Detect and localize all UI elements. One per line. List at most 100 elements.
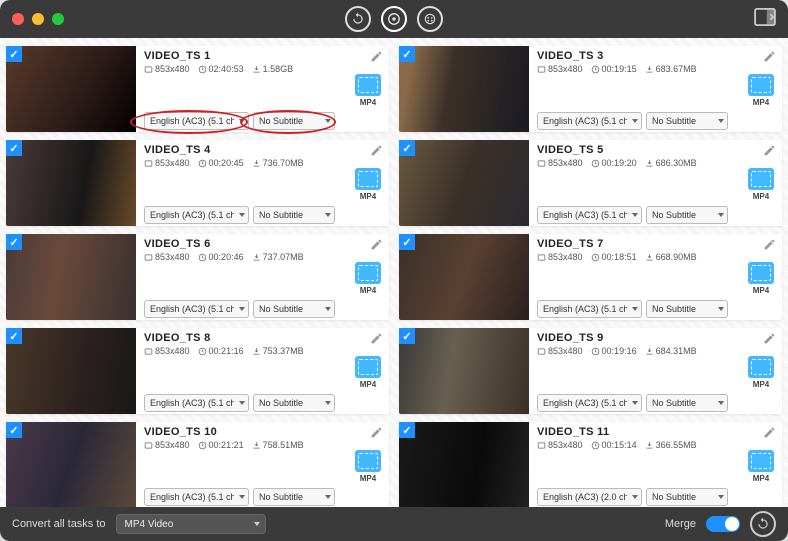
video-task-card: VIDEO_TS 8 853x480 00:21:16 753.37MB Eng… [6,328,389,414]
zoom-window-button[interactable] [52,13,64,25]
audio-track-select[interactable]: English (AC3) (5.1 ch) [144,488,249,506]
task-list[interactable]: VIDEO_TS 1 853x480 02:40:53 1.58GB Engli… [0,38,788,507]
resolution-icon: 853x480 [537,158,583,168]
audio-track-select[interactable]: English (AC3) (5.1 ch) [537,206,642,224]
video-title: VIDEO_TS 4 [144,144,343,156]
edit-task-button[interactable] [370,144,383,162]
video-task-card: VIDEO_TS 7 853x480 00:18:51 668.90MB Eng… [399,234,782,320]
merge-toggle[interactable] [706,516,740,532]
video-thumbnail[interactable] [399,46,529,132]
filesize-icon: 736.70MB [252,158,304,168]
video-task-card: VIDEO_TS 11 853x480 00:15:14 366.55MB En… [399,422,782,507]
close-window-button[interactable] [12,13,24,25]
audio-track-select[interactable]: English (AC3) (5.1 ch) [144,300,249,318]
task-checkbox[interactable] [399,234,415,250]
video-task-card: VIDEO_TS 4 853x480 00:20:45 736.70MB Eng… [6,140,389,226]
titlebar [0,0,788,38]
audio-track-select[interactable]: English (AC3) (5.1 ch) [144,206,249,224]
video-thumbnail[interactable] [6,234,136,320]
format-mp4-icon [748,356,774,378]
video-title: VIDEO_TS 5 [537,144,736,156]
video-meta: 853x480 00:20:45 736.70MB [144,158,343,168]
filesize-icon: 1.58GB [252,64,294,74]
tab-toolbox[interactable] [417,6,443,32]
format-mp4-icon [748,168,774,190]
video-thumbnail[interactable] [6,328,136,414]
task-checkbox[interactable] [6,234,22,250]
sidebar-toggle-icon[interactable] [754,8,776,31]
filesize-icon: 684.31MB [645,346,697,356]
edit-task-button[interactable] [370,332,383,350]
task-checkbox[interactable] [6,422,22,438]
edit-task-button[interactable] [370,238,383,256]
edit-task-button[interactable] [763,426,776,444]
subtitle-select[interactable]: No Subtitle [646,300,728,318]
subtitle-select[interactable]: No Subtitle [253,394,335,412]
duration-icon: 00:20:46 [198,252,244,262]
subtitle-select[interactable]: No Subtitle [253,206,335,224]
edit-task-button[interactable] [370,50,383,68]
audio-track-select[interactable]: English (AC3) (5.1 ch) [144,394,249,412]
task-checkbox[interactable] [6,46,22,62]
video-task-card: VIDEO_TS 3 853x480 00:19:15 683.67MB Eng… [399,46,782,132]
edit-task-button[interactable] [763,332,776,350]
video-task-card: VIDEO_TS 1 853x480 02:40:53 1.58GB Engli… [6,46,389,132]
video-thumbnail[interactable] [6,46,136,132]
task-checkbox[interactable] [399,422,415,438]
video-meta: 853x480 02:40:53 1.58GB [144,64,343,74]
task-checkbox[interactable] [399,140,415,156]
task-checkbox[interactable] [6,140,22,156]
subtitle-select[interactable]: No Subtitle [253,488,335,506]
edit-task-button[interactable] [763,144,776,162]
video-task-card: VIDEO_TS 10 853x480 00:21:21 758.51MB En… [6,422,389,507]
resolution-icon: 853x480 [144,64,190,74]
video-thumbnail[interactable] [6,140,136,226]
subtitle-select[interactable]: No Subtitle [253,112,335,130]
tab-downloading[interactable] [381,6,407,32]
filesize-icon: 686.30MB [645,158,697,168]
resolution-icon: 853x480 [144,346,190,356]
duration-icon: 00:19:20 [591,158,637,168]
video-thumbnail[interactable] [399,140,529,226]
filesize-icon: 737.07MB [252,252,304,262]
video-meta: 853x480 00:19:15 683.67MB [537,64,736,74]
subtitle-select[interactable]: No Subtitle [646,394,728,412]
video-thumbnail[interactable] [399,422,529,507]
task-checkbox[interactable] [6,328,22,344]
audio-track-select[interactable]: English (AC3) (5.1 ch) [537,112,642,130]
output-format-select[interactable]: MP4 Video [116,514,266,534]
resolution-icon: 853x480 [537,440,583,450]
duration-icon: 00:21:16 [198,346,244,356]
edit-task-button[interactable] [763,238,776,256]
video-thumbnail[interactable] [6,422,136,507]
format-mp4-icon [748,262,774,284]
app-window: VIDEO_TS 1 853x480 02:40:53 1.58GB Engli… [0,0,788,541]
minimize-window-button[interactable] [32,13,44,25]
tab-converting[interactable] [345,6,371,32]
video-thumbnail[interactable] [399,328,529,414]
audio-track-select[interactable]: English (AC3) (2.0 ch) [537,488,642,506]
duration-icon: 00:19:15 [591,64,637,74]
audio-track-select[interactable]: English (AC3) (5.1 ch) [537,394,642,412]
video-title: VIDEO_TS 6 [144,238,343,250]
audio-track-select[interactable]: English (AC3) (5.1 ch) [537,300,642,318]
start-convert-button[interactable] [750,511,776,537]
format-mp4-icon [355,262,381,284]
subtitle-select[interactable]: No Subtitle [646,112,728,130]
task-checkbox[interactable] [399,46,415,62]
filesize-icon: 753.37MB [252,346,304,356]
subtitle-select[interactable]: No Subtitle [253,300,335,318]
convert-all-label: Convert all tasks to [12,518,106,530]
video-meta: 853x480 00:21:16 753.37MB [144,346,343,356]
video-title: VIDEO_TS 8 [144,332,343,344]
edit-task-button[interactable] [763,50,776,68]
task-checkbox[interactable] [399,328,415,344]
subtitle-select[interactable]: No Subtitle [646,206,728,224]
edit-task-button[interactable] [370,426,383,444]
video-title: VIDEO_TS 3 [537,50,736,62]
audio-track-select[interactable]: English (AC3) (5.1 ch) [144,112,249,130]
video-title: VIDEO_TS 10 [144,426,343,438]
filesize-icon: 683.67MB [645,64,697,74]
video-thumbnail[interactable] [399,234,529,320]
subtitle-select[interactable]: No Subtitle [646,488,728,506]
